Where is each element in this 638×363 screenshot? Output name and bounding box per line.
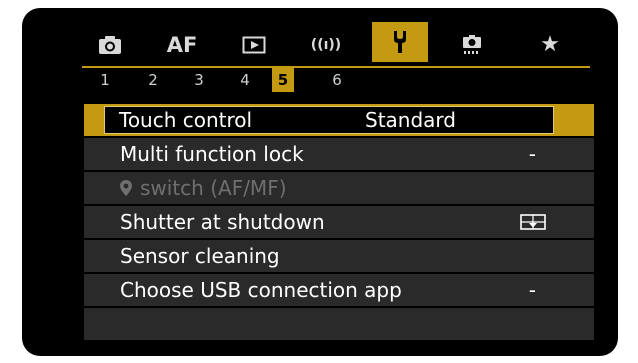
wrench-icon [394,31,406,53]
page-indicator: 1 2 3 4 5 6 [82,66,590,94]
tab-my-menu[interactable]: ★ [522,27,578,63]
location-pin-icon [120,180,132,196]
menu-item-label: Touch control [119,108,253,132]
page-6[interactable]: 6 [326,68,348,92]
tab-shooting[interactable] [82,27,138,63]
menu-item-switch-af-mf[interactable]: switch (AF/MF) [84,172,594,204]
menu-item-value: - [528,142,536,166]
page-2[interactable]: 2 [142,68,164,92]
menu-item-value: - [528,278,536,302]
menu-item-shutter-at-shutdown[interactable]: Shutter at shutdown [84,206,594,238]
menu-item-touch-control[interactable]: Touch control Standard [84,104,594,136]
tab-af-label: AF [166,33,198,57]
star-icon: ★ [540,32,560,57]
tab-setup[interactable] [372,22,428,62]
shutter-closed-icon [520,214,546,230]
camera-icon [99,36,121,54]
page-3[interactable]: 3 [188,68,210,92]
page-1[interactable]: 1 [94,68,116,92]
menu-item-label-wrap: switch (AF/MF) [120,176,287,200]
camera-screen: AF ((ı)) ★ 1 2 3 4 5 6 Touch control Sta… [22,8,618,356]
custom-function-icon [463,35,481,54]
menu-item-sensor-cleaning[interactable]: Sensor cleaning [84,240,594,272]
tab-wireless[interactable]: ((ı)) [298,27,354,63]
tab-af[interactable]: AF [154,27,210,63]
page-5[interactable]: 5 [272,68,294,92]
menu-tab-bar: AF ((ı)) ★ [82,22,590,66]
menu-item-value: Standard [365,108,456,132]
menu-item-empty [84,308,594,340]
menu-item-label: Multi function lock [120,142,304,166]
settings-menu: Touch control Standard Multi function lo… [84,104,594,342]
menu-item-label: Shutter at shutdown [120,210,325,234]
menu-item-multi-function-lock[interactable]: Multi function lock - [84,138,594,170]
tab-playback[interactable] [226,27,282,63]
selection-highlight: Touch control Standard [104,106,554,134]
tab-custom[interactable] [444,27,500,63]
play-icon [242,36,266,54]
page-4[interactable]: 4 [234,68,256,92]
menu-item-label: Sensor cleaning [120,244,280,268]
menu-item-choose-usb-connection-app[interactable]: Choose USB connection app - [84,274,594,306]
wireless-icon: ((ı)) [310,37,342,53]
menu-item-label: Choose USB connection app [120,278,402,302]
menu-item-label: switch (AF/MF) [140,176,287,200]
